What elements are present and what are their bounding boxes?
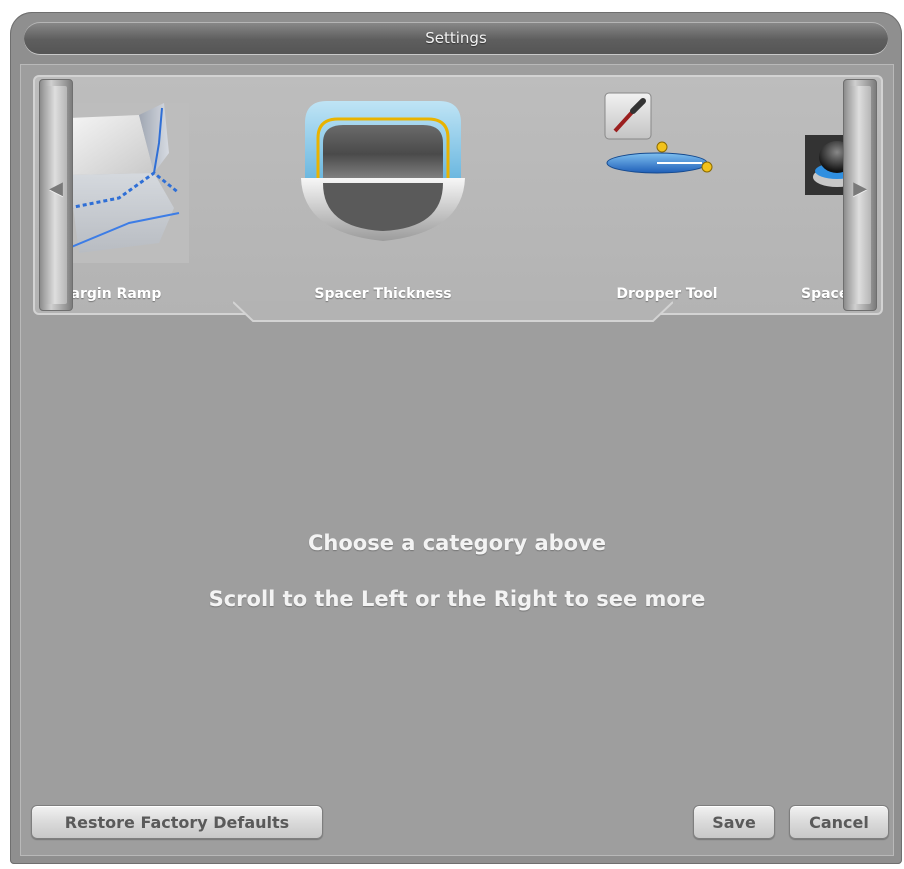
- category-label: Margin Ramp: [69, 286, 162, 302]
- margin-ramp-icon: [69, 103, 189, 263]
- choose-category-message: Choose a category above: [307, 531, 607, 555]
- carousel-items: Margin Ramp: [69, 83, 849, 309]
- chevron-left-icon: ◀: [49, 178, 63, 199]
- category-label: Spacer Thickness: [314, 286, 452, 302]
- scroll-left-button[interactable]: ◀: [39, 79, 73, 311]
- settings-window: Settings argin Ramp Spacer Thickness Dro…: [10, 12, 902, 864]
- category-dropper-tool[interactable]: Dropper Tool: [567, 83, 767, 309]
- restore-factory-defaults-button[interactable]: Restore Factory Defaults: [31, 805, 323, 839]
- settings-content: Margin Ramp: [20, 64, 894, 856]
- scroll-right-button[interactable]: ▶: [843, 79, 877, 311]
- dropper-tool-icon: [604, 92, 713, 174]
- category-label: Spaceba: [801, 286, 849, 302]
- save-button[interactable]: Save: [693, 805, 775, 839]
- spaceball-icon: [805, 135, 849, 195]
- window-title: Settings: [24, 22, 888, 54]
- category-spaceball[interactable]: Spaceba: [801, 83, 849, 309]
- category-carousel: Margin Ramp: [33, 75, 883, 322]
- chevron-right-icon: ▶: [853, 178, 867, 199]
- spacer-thickness-icon: [301, 101, 465, 241]
- scroll-hint-message: Scroll to the Left or the Right to see m…: [208, 587, 706, 611]
- cancel-button[interactable]: Cancel: [789, 805, 889, 839]
- category-margin-ramp[interactable]: Margin Ramp: [69, 83, 209, 309]
- category-label: Dropper Tool: [616, 286, 718, 302]
- category-spacer-thickness[interactable]: Spacer Thickness: [283, 83, 483, 309]
